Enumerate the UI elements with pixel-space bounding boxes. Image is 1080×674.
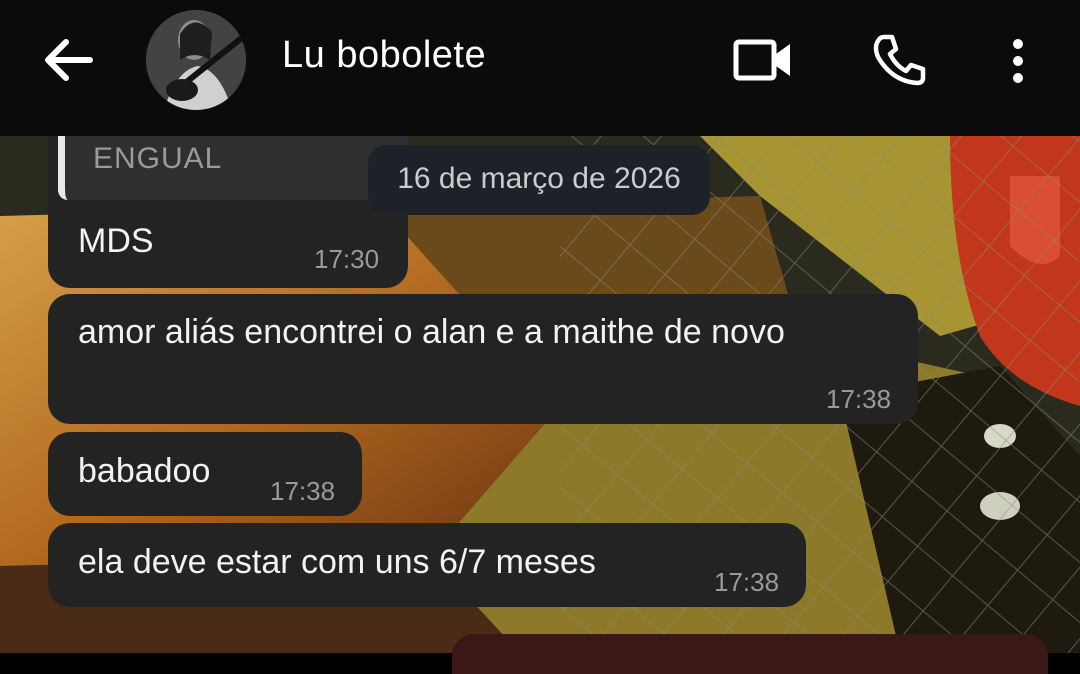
phone-icon xyxy=(873,34,926,86)
quoted-text: ENGUAL xyxy=(93,142,223,175)
more-vertical-icon xyxy=(1013,39,1023,83)
message-text: amor aliás encontrei o alan e a maithe d… xyxy=(78,313,785,351)
back-button[interactable] xyxy=(40,36,96,84)
message-bubble[interactable]: amor aliás encontrei o alan e a maithe d… xyxy=(48,294,918,424)
arrow-left-icon xyxy=(45,39,93,81)
message-time: 17:30 xyxy=(314,244,380,274)
message-text: ela deve estar com uns 6/7 meses xyxy=(78,543,596,581)
voice-call-button[interactable] xyxy=(870,33,928,87)
message-bubble[interactable]: babadoo 17:38 xyxy=(48,432,362,516)
chat-header: Lu bobolete xyxy=(0,0,1080,136)
avatar-photo xyxy=(146,10,246,110)
contact-name[interactable]: Lu bobolete xyxy=(282,34,486,77)
video-camera-icon xyxy=(733,39,790,81)
date-separator: 16 de março de 2026 xyxy=(368,145,710,215)
date-separator-text: 16 de março de 2026 xyxy=(397,162,681,195)
message-time: 17:38 xyxy=(714,567,780,597)
contact-avatar[interactable] xyxy=(146,10,246,110)
overflow-menu-button[interactable] xyxy=(1004,36,1032,86)
message-bubble[interactable]: ENGUAL MDS 17:30 xyxy=(48,120,408,288)
message-text: MDS xyxy=(78,222,154,260)
message-bubble[interactable]: ela deve estar com uns 6/7 meses 17:38 xyxy=(48,523,806,607)
message-time: 17:38 xyxy=(270,476,336,506)
message-text: babadoo xyxy=(78,452,211,490)
video-call-button[interactable] xyxy=(732,36,794,84)
message-time: 17:38 xyxy=(826,384,892,414)
outgoing-message-bubble[interactable] xyxy=(452,634,1048,674)
